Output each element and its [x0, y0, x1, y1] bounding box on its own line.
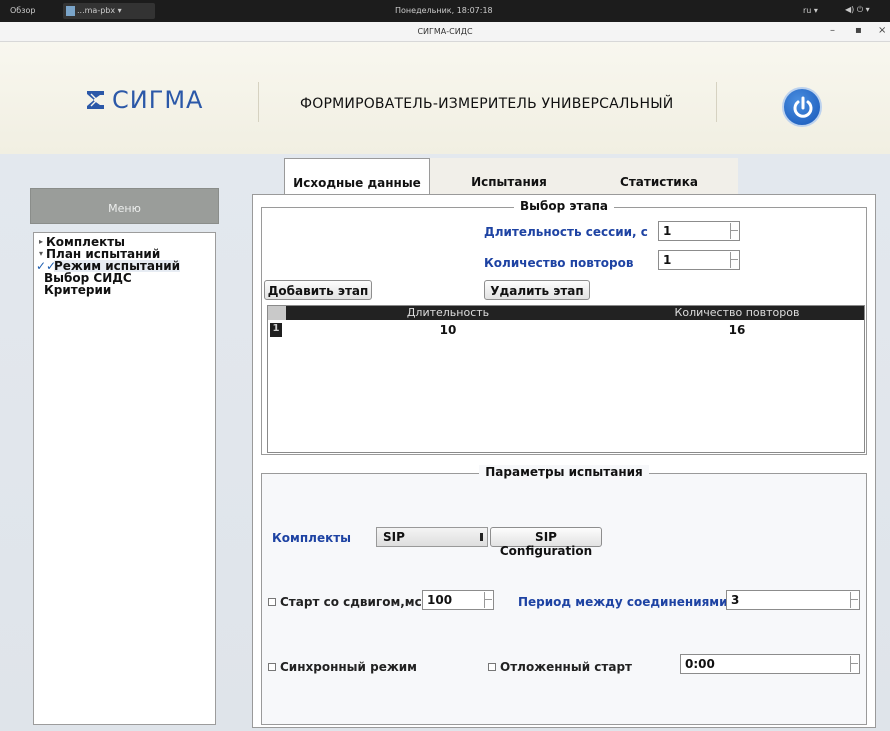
kits-select[interactable]: SIP: [376, 527, 488, 547]
app-icon: [66, 6, 75, 16]
header-divider: [716, 82, 717, 122]
close-button[interactable]: ×: [878, 25, 886, 36]
table-row[interactable]: 1 10 16: [268, 322, 864, 340]
checkbox-box[interactable]: [268, 663, 276, 671]
window-title-bar: СИГМА-СИДС – ▪ ×: [0, 22, 890, 42]
kits-selected-value: SIP: [383, 530, 405, 544]
repeats-value: 1: [663, 253, 672, 267]
add-stage-button[interactable]: Добавить этап: [264, 280, 372, 300]
delayed-start-time[interactable]: 0:00: [680, 654, 860, 674]
delayed-start-label: Отложенный старт: [500, 660, 632, 674]
period-value: 3: [731, 593, 740, 607]
sync-mode-checkbox[interactable]: Синхронный режим: [268, 660, 417, 674]
tab-tests[interactable]: Испытания: [444, 158, 574, 194]
maximize-button[interactable]: ▪: [855, 25, 862, 36]
product-title: ФОРМИРОВАТЕЛЬ-ИЗМЕРИТЕЛЬ УНИВЕРСАЛЬНЫЙ: [300, 96, 674, 112]
main-panel: Выбор этапа Длительность сессии, с 1 Кол…: [252, 194, 876, 728]
clock[interactable]: Понедельник, 18:07:18: [395, 6, 493, 15]
column-header-repeats[interactable]: Количество повторов: [610, 306, 864, 319]
tab-bar: Исходные данные Испытания Статистика: [284, 158, 738, 194]
system-status-icons[interactable]: ◀) ⏻ ▾: [845, 5, 870, 15]
test-params-group: Параметры испытания Комплекты SIP SIP Co…: [261, 465, 867, 725]
menu-header: Меню: [30, 188, 219, 224]
table-corner-button[interactable]: [268, 306, 286, 320]
period-spinbox[interactable]: 3: [726, 590, 860, 610]
spin-arrows-icon[interactable]: [730, 252, 738, 268]
cell-duration[interactable]: 10: [286, 323, 610, 337]
spin-arrows-icon[interactable]: [850, 592, 858, 608]
spin-arrows-icon[interactable]: [850, 656, 858, 672]
language-indicator[interactable]: ru ▾: [803, 6, 818, 15]
cell-repeats[interactable]: 16: [610, 323, 864, 337]
logo-text: СИГМА: [112, 86, 204, 114]
repeats-label: Количество повторов: [484, 256, 634, 270]
column-header-duration[interactable]: Длительность: [286, 306, 610, 319]
delayed-start-checkbox[interactable]: Отложенный старт: [488, 660, 632, 674]
dropdown-icon: [480, 533, 483, 541]
app-menu-button[interactable]: ...ma-pbx ▾: [63, 3, 155, 19]
sip-configuration-button[interactable]: SIP Configuration: [490, 527, 602, 558]
power-button[interactable]: [782, 87, 822, 127]
sync-mode-label: Синхронный режим: [280, 660, 417, 674]
test-params-group-title: Параметры испытания: [479, 465, 649, 479]
menu-item-label: Критерии: [44, 283, 112, 297]
overview-button[interactable]: Обзор: [10, 6, 35, 15]
shift-start-label: Старт со сдвигом,мс: [280, 595, 422, 609]
spin-arrows-icon[interactable]: [730, 223, 738, 239]
stage-group-title: Выбор этапа: [514, 199, 614, 213]
session-duration-spinbox[interactable]: 1: [658, 221, 740, 241]
stages-table[interactable]: Длительность Количество повторов 1 10 16: [267, 305, 865, 453]
delayed-start-value: 0:00: [685, 657, 715, 671]
shift-start-value: 100: [427, 593, 453, 607]
row-number[interactable]: 1: [270, 323, 282, 337]
session-duration-label: Длительность сессии, с: [484, 225, 648, 239]
session-duration-value: 1: [663, 224, 672, 238]
shift-start-checkbox[interactable]: Старт со сдвигом,мс: [268, 595, 422, 609]
header-divider: [258, 82, 259, 122]
shift-start-spinbox[interactable]: 100: [422, 590, 494, 610]
repeats-spinbox[interactable]: 1: [658, 250, 740, 270]
table-header: Длительность Количество повторов: [268, 306, 864, 320]
period-label: Период между соединениями,с: [518, 595, 740, 609]
checkbox-box[interactable]: [488, 663, 496, 671]
chevron-right-icon[interactable]: ▸: [36, 236, 46, 248]
menu-tree[interactable]: ▸ Комплекты ▾ План испытаний ✓✓ Режим ис…: [33, 232, 216, 725]
kits-label: Комплекты: [272, 531, 352, 545]
minimize-button[interactable]: –: [830, 25, 835, 36]
menu-item-criteria[interactable]: Критерии: [36, 284, 213, 296]
checkbox-box[interactable]: [268, 598, 276, 606]
window-title: СИГМА-СИДС: [417, 27, 473, 36]
app-menu-label: ...ma-pbx ▾: [77, 6, 122, 15]
tab-source-data[interactable]: Исходные данные: [284, 158, 430, 194]
app-header: СИГМА ФОРМИРОВАТЕЛЬ-ИЗМЕРИТЕЛЬ УНИВЕРСАЛ…: [0, 42, 890, 154]
tab-statistics[interactable]: Статистика: [594, 158, 724, 194]
spin-arrows-icon[interactable]: [484, 592, 492, 608]
delete-stage-button[interactable]: Удалить этап: [484, 280, 590, 300]
os-top-bar: Обзор ...ma-pbx ▾ Понедельник, 18:07:18 …: [0, 0, 890, 22]
sidebar: Меню ▸ Комплекты ▾ План испытаний ✓✓ Реж…: [30, 188, 219, 728]
power-icon: [793, 96, 813, 118]
sigma-logo-icon: [87, 91, 104, 109]
